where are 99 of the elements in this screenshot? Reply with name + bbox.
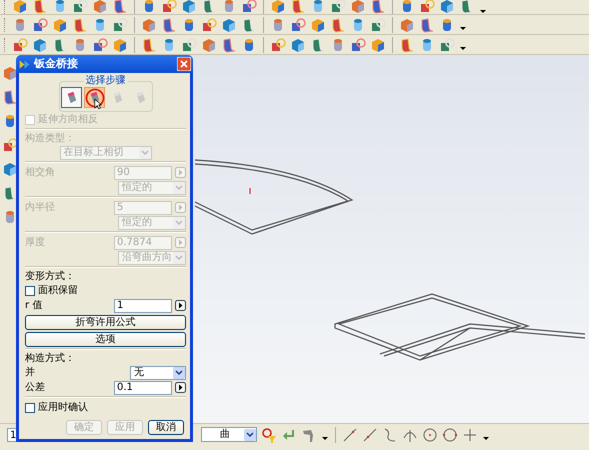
checkbox[interactable] — [25, 286, 35, 296]
chevron-icon[interactable] — [459, 46, 467, 51]
sheet-icon[interactable] — [161, 16, 177, 32]
window-title: 钣金桥接 — [34, 58, 79, 70]
cube-icon[interactable] — [112, 36, 128, 52]
dropdown[interactable]: 无 — [130, 366, 186, 380]
sheet-icon[interactable] — [141, 36, 157, 52]
shapes-icon[interactable] — [32, 16, 48, 32]
arrow-button[interactable] — [175, 300, 186, 311]
toolbar-grip[interactable] — [4, 0, 8, 14]
shapes-icon[interactable] — [2, 137, 18, 153]
checkbox-label: 应用时确认 — [38, 402, 88, 414]
sheet-icon[interactable] — [221, 36, 237, 52]
field-label: 相交角 — [25, 166, 56, 178]
toolbar-grip[interactable] — [4, 18, 8, 32]
sheet-icon[interactable] — [399, 36, 415, 52]
sheet-icon[interactable] — [290, 0, 306, 14]
cube-icon[interactable] — [310, 16, 326, 32]
chevron-icon[interactable] — [482, 436, 490, 441]
sheet-icon[interactable] — [310, 36, 326, 52]
cube-icon[interactable] — [12, 0, 28, 14]
circle-icon[interactable] — [442, 426, 458, 442]
sheet-icon[interactable] — [2, 185, 18, 201]
section-heading: 构造方式： — [25, 352, 76, 365]
chevron-icon[interactable] — [479, 9, 487, 14]
field-label: r 值 — [25, 300, 44, 312]
chevron-icon[interactable] — [459, 26, 467, 31]
sheet-icon[interactable] — [52, 36, 68, 52]
button[interactable]: 选项 — [25, 332, 186, 347]
curve-icon[interactable] — [382, 426, 398, 442]
checkbox-label: 面积保留 — [38, 285, 78, 297]
shapes-icon[interactable] — [370, 16, 386, 32]
close-button[interactable] — [177, 57, 191, 71]
cube-icon[interactable] — [370, 36, 386, 52]
shapes-icon[interactable] — [181, 36, 197, 52]
cube-icon[interactable] — [221, 16, 237, 32]
shapes-icon[interactable] — [330, 0, 346, 14]
button[interactable]: 取消 — [148, 420, 184, 435]
shapes-icon[interactable] — [419, 0, 435, 14]
dropdown[interactable]: 曲 — [201, 427, 257, 442]
arrow-button[interactable] — [175, 382, 186, 393]
sheet-icon[interactable] — [419, 16, 435, 32]
field-label: 构造类型： — [25, 132, 76, 145]
plus-icon[interactable] — [462, 426, 478, 442]
line-icon[interactable] — [342, 426, 358, 442]
sheet-icon[interactable] — [459, 0, 475, 14]
cube-icon[interactable] — [350, 0, 366, 14]
field-label: 公差 — [25, 382, 46, 394]
shapes-icon[interactable] — [439, 36, 455, 52]
filter-icon[interactable] — [261, 426, 277, 442]
sheet-icon[interactable] — [32, 0, 48, 14]
sheet-icon[interactable] — [370, 0, 386, 14]
cube-icon[interactable] — [181, 0, 197, 14]
app-icon — [18, 58, 31, 70]
toolbar-grip[interactable] — [4, 38, 8, 52]
shapes-icon[interactable] — [241, 0, 257, 14]
shapes-icon[interactable] — [112, 16, 128, 32]
point-mark — [249, 188, 251, 194]
cursor-icon — [94, 98, 102, 110]
sheet-icon[interactable] — [241, 16, 257, 32]
line-icon[interactable] — [362, 426, 378, 442]
cube-icon[interactable] — [141, 16, 157, 32]
button[interactable]: 折弯许用公式 — [25, 315, 186, 330]
checkbox-label: 延伸方向相反 — [38, 114, 98, 126]
sheet-icon[interactable] — [72, 16, 88, 32]
cube-icon[interactable] — [2, 65, 18, 81]
section-heading: 变形方式： — [25, 270, 76, 283]
cube-icon[interactable] — [399, 16, 415, 32]
input-field[interactable]: 1 — [7, 428, 17, 442]
cube-icon[interactable] — [52, 16, 68, 32]
cube-icon[interactable] — [32, 36, 48, 52]
shapes-icon[interactable] — [12, 36, 28, 52]
field-label: 内半径 — [25, 202, 56, 214]
group-label: 选择步骤 — [84, 75, 128, 87]
cube-icon[interactable] — [2, 161, 18, 177]
shapes-icon[interactable] — [92, 36, 108, 52]
chevron-icon[interactable] — [321, 436, 329, 441]
cube-icon[interactable] — [439, 0, 455, 14]
sheet-icon[interactable] — [112, 0, 128, 14]
sheet-icon[interactable] — [201, 0, 217, 14]
shapes-icon[interactable] — [72, 0, 88, 14]
shapes-icon[interactable] — [201, 16, 217, 32]
shapes-icon[interactable] — [350, 36, 366, 52]
cube-icon[interactable] — [290, 36, 306, 52]
sheet-icon[interactable] — [330, 16, 346, 32]
cube-icon[interactable] — [92, 0, 108, 14]
shapes-icon[interactable] — [270, 36, 286, 52]
circle-icon[interactable] — [422, 426, 438, 442]
checkbox[interactable] — [25, 403, 35, 413]
shapes-icon[interactable] — [290, 16, 306, 32]
cube-icon[interactable] — [201, 36, 217, 52]
cube-icon[interactable] — [270, 0, 286, 14]
step-button[interactable] — [84, 87, 104, 108]
sheet-icon[interactable] — [2, 89, 18, 105]
input-field[interactable]: 0.1 — [114, 380, 172, 394]
input-field[interactable]: 1 — [114, 298, 172, 312]
field-label: 厚度 — [25, 236, 46, 248]
field-label: 并 — [25, 366, 36, 378]
shapes-icon[interactable] — [161, 0, 177, 14]
